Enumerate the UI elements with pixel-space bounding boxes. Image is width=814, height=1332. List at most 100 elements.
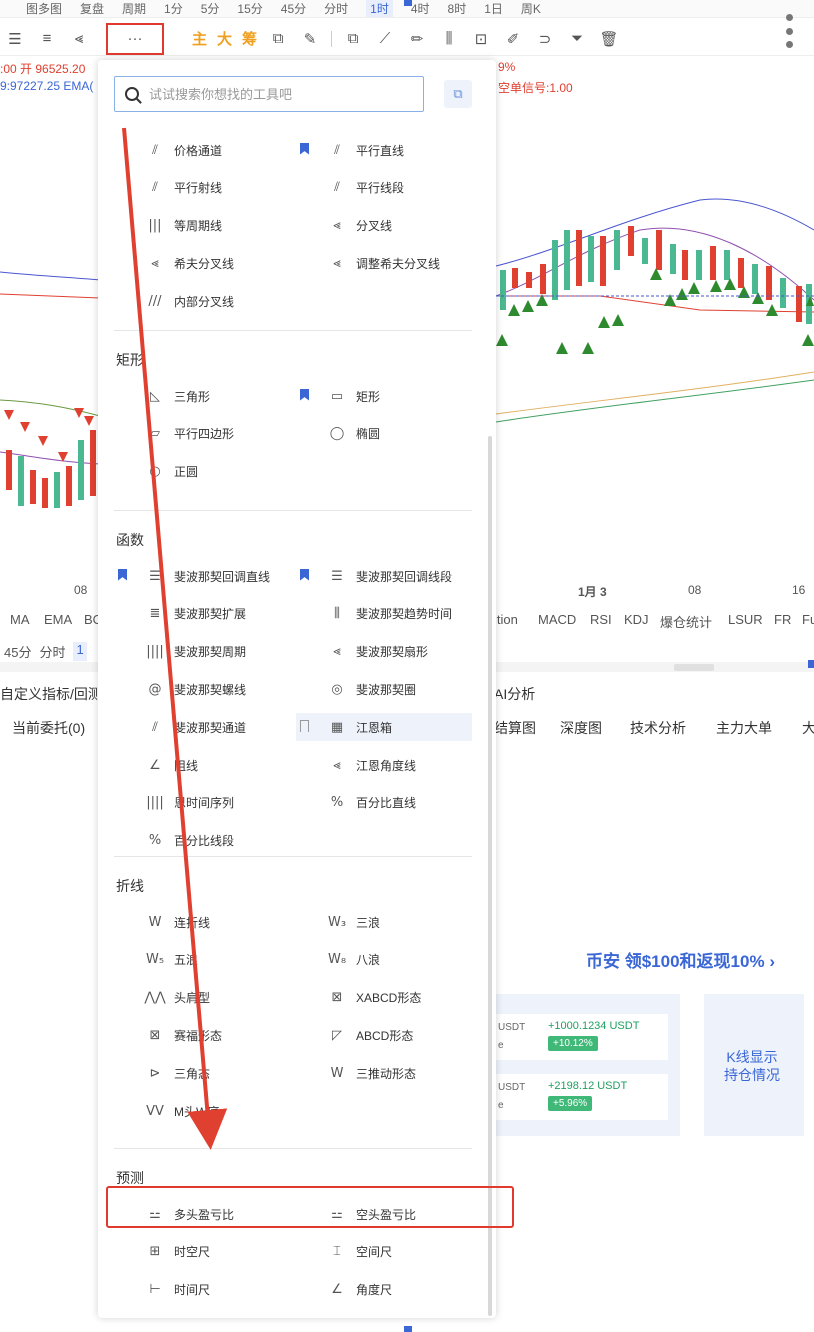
popup-scrollbar[interactable]: [488, 436, 492, 1316]
tool-item-price-range[interactable]: ⌶ 空间尺: [296, 1238, 472, 1266]
indicator-tab-ema[interactable]: EMA: [44, 612, 72, 627]
tool-item-date-range[interactable]: ⊢ 时间尺: [114, 1276, 290, 1304]
pencil-icon[interactable]: ✏: [406, 28, 428, 50]
trash-icon[interactable]: 🗑: [598, 28, 620, 50]
tool-item-percent-line[interactable]: % 百分比直线: [296, 789, 472, 817]
tool-item-gann-angle[interactable]: ⪡ 江恩角度线: [296, 751, 472, 779]
tool-item-eight-wave[interactable]: W₈ 八浪: [296, 946, 472, 974]
magnet-icon[interactable]: ⊃: [534, 28, 556, 50]
indicator-tab-lsur[interactable]: LSUR: [728, 612, 763, 627]
draw-tool-icon[interactable]: ⪡: [68, 28, 90, 50]
more-vertical-icon[interactable]: [786, 14, 794, 48]
bookmark-icon[interactable]: [300, 142, 309, 155]
custom-indicator-tab[interactable]: 自定义指标/回测: [0, 684, 102, 704]
tool-item-circle[interactable]: ○ 正圆: [114, 458, 290, 486]
period-week[interactable]: 周K: [521, 0, 541, 17]
note-icon[interactable]: ✐: [502, 28, 524, 50]
ai-analysis-tab[interactable]: AI分析: [494, 684, 535, 704]
copy-icon[interactable]: ⧉: [444, 80, 472, 108]
tool-item-fib-trend-time[interactable]: ⫼ 斐波那契趋势时间: [296, 600, 472, 628]
resize-handle[interactable]: [674, 664, 714, 671]
tool-item-fib-spiral[interactable]: @ 斐波那契螺线: [114, 675, 290, 703]
tool-item-resistance-line[interactable]: ∠ 阻线: [114, 751, 290, 779]
time-tab-45m[interactable]: 45分: [4, 642, 31, 661]
menu-icon[interactable]: ☰: [4, 28, 26, 50]
tool-item-price-channel[interactable]: ⫽ 价格通道: [114, 136, 290, 164]
tool-item-m-top-w-bottom[interactable]: VV M头W底: [114, 1097, 290, 1125]
top-bar-item[interactable]: 图多图: [26, 0, 62, 17]
tab-more[interactable]: 大: [802, 718, 814, 738]
tool-item-fib-channel[interactable]: ⫽ 斐波那契通道: [114, 713, 290, 741]
tool-item-angle-ruler[interactable]: ∠ 角度尺: [296, 1276, 472, 1304]
tool-item-gann-box[interactable]: ▦ 江恩箱: [296, 713, 472, 742]
tab-depth-chart[interactable]: 深度图: [560, 718, 602, 738]
indicator-tab-kdj[interactable]: KDJ: [624, 612, 649, 627]
tool-item-cycle-lines[interactable]: ||| 等周期线: [114, 212, 290, 240]
tool-item-triangle-pattern[interactable]: ⊳ 三角态: [114, 1059, 290, 1087]
tool-item-fib-circles[interactable]: ◎ 斐波那契圈: [296, 675, 472, 703]
tab-technical-analysis[interactable]: 技术分析: [630, 718, 686, 738]
indicator-tab-fr[interactable]: FR: [774, 612, 791, 627]
period-8h[interactable]: 8时: [448, 0, 467, 17]
tool-item-xabcd[interactable]: ⊠ XABCD形态: [296, 984, 472, 1012]
tool-item-rectangle[interactable]: ▭ 矩形: [296, 382, 472, 410]
tool-item-cypher[interactable]: ⊠ 赛福形态: [114, 1021, 290, 1049]
tool-item-inside-pitchfork[interactable]: /// 内部分叉线: [114, 287, 290, 315]
tool-item-parallel-segment[interactable]: ⫽ 平行线段: [296, 174, 472, 202]
tab-settlement-chart[interactable]: 结算图: [494, 718, 536, 738]
top-bar-item[interactable]: 复盘: [80, 0, 104, 17]
tool-item-modified-schiff[interactable]: ⪡ 调整希夫分叉线: [296, 249, 472, 277]
lock-icon[interactable]: ⊡: [470, 28, 492, 50]
tool-item-fib-extension[interactable]: ≣ 斐波那契扩展: [114, 600, 290, 628]
indicator-tab-fu[interactable]: Fu: [802, 612, 814, 627]
ruler-icon[interactable]: ⟋: [374, 28, 396, 50]
pen-tool-icon[interactable]: ✎: [299, 28, 321, 50]
chip-button[interactable]: 筹: [242, 28, 257, 49]
bookmark-outline-icon[interactable]: [300, 719, 309, 732]
tool-item-parallel-line[interactable]: ⫽ 平行直线: [296, 136, 472, 164]
tool-item-abcd[interactable]: ◸ ABCD形态: [296, 1021, 472, 1049]
top-bar-item[interactable]: 5分: [201, 0, 220, 17]
tool-item-three-wave[interactable]: W₃ 三浪: [296, 908, 472, 936]
time-tab-timeshare[interactable]: 分时: [39, 642, 65, 661]
tab-big-orders[interactable]: 主力大单: [716, 718, 772, 738]
top-bar-item[interactable]: 分时: [324, 0, 348, 17]
tool-item-five-wave[interactable]: W₅ 五浪: [114, 946, 290, 974]
bookmark-icon[interactable]: [300, 568, 309, 581]
tool-search-box[interactable]: [114, 76, 424, 112]
bookmark-icon[interactable]: [118, 568, 127, 581]
top-bar-item[interactable]: 45分: [281, 0, 306, 17]
tool-item-pitchfork[interactable]: ⪡ 分叉线: [296, 212, 472, 240]
tool-item-fib-retracement-segment[interactable]: ☰ 斐波那契回调线段: [296, 562, 472, 590]
tool-item-parallel-ray[interactable]: ⫽ 平行射线: [114, 174, 290, 202]
tool-item-schiff-pitchfork[interactable]: ⪡ 希夫分叉线: [114, 249, 290, 277]
tool-item-polyline[interactable]: W 连折线: [114, 908, 290, 936]
tool-item-parallelogram[interactable]: ▱ 平行四边形: [114, 420, 290, 448]
indicator-tab-liquidation[interactable]: 爆仓统计: [660, 612, 712, 631]
tool-item-gann-time-series[interactable]: |||| 恩时间序列: [114, 789, 290, 817]
time-tab-1[interactable]: 1: [73, 642, 87, 661]
indicator-tab-macd[interactable]: MACD: [538, 612, 576, 627]
indicator-tab-position[interactable]: ition: [494, 612, 518, 627]
tool-item-three-drives[interactable]: W 三推动形态: [296, 1059, 472, 1087]
period-4h[interactable]: 4时: [411, 0, 430, 17]
tool-item-fib-time-zone[interactable]: |||| 斐波那契周期: [114, 638, 290, 666]
indicator-tab-ma[interactable]: MA: [10, 612, 30, 627]
bookmark-icon[interactable]: [300, 388, 309, 401]
top-bar-item[interactable]: 周期: [122, 0, 146, 17]
tool-search-input[interactable]: [149, 86, 409, 102]
copy-tool-icon[interactable]: ⧉: [267, 28, 289, 50]
tool-item-date-price-range[interactable]: ⊞ 时空尺: [114, 1238, 290, 1266]
kline-position-box[interactable]: K线显示 持仓情况: [704, 994, 804, 1136]
filter-icon[interactable]: ⏷: [566, 28, 588, 50]
top-bar-item[interactable]: 1分: [164, 0, 183, 17]
tool-item-head-shoulders[interactable]: ⋀⋀ 头肩型: [114, 984, 290, 1012]
period-1d[interactable]: 1日: [484, 0, 503, 17]
promo-link[interactable]: 币安 领$100和返现10% ›: [586, 947, 775, 972]
period-1h[interactable]: 1时: [366, 0, 393, 17]
tool-item-fib-retracement-line[interactable]: ☰ 斐波那契回调直线: [114, 562, 290, 590]
tool-item-fib-fan[interactable]: ⪡ 斐波那契扇形: [296, 638, 472, 666]
indicator-tab-rsi[interactable]: RSI: [590, 612, 612, 627]
top-bar-item[interactable]: 15分: [237, 0, 262, 17]
tool-item-ellipse[interactable]: ◯ 椭圆: [296, 420, 472, 448]
